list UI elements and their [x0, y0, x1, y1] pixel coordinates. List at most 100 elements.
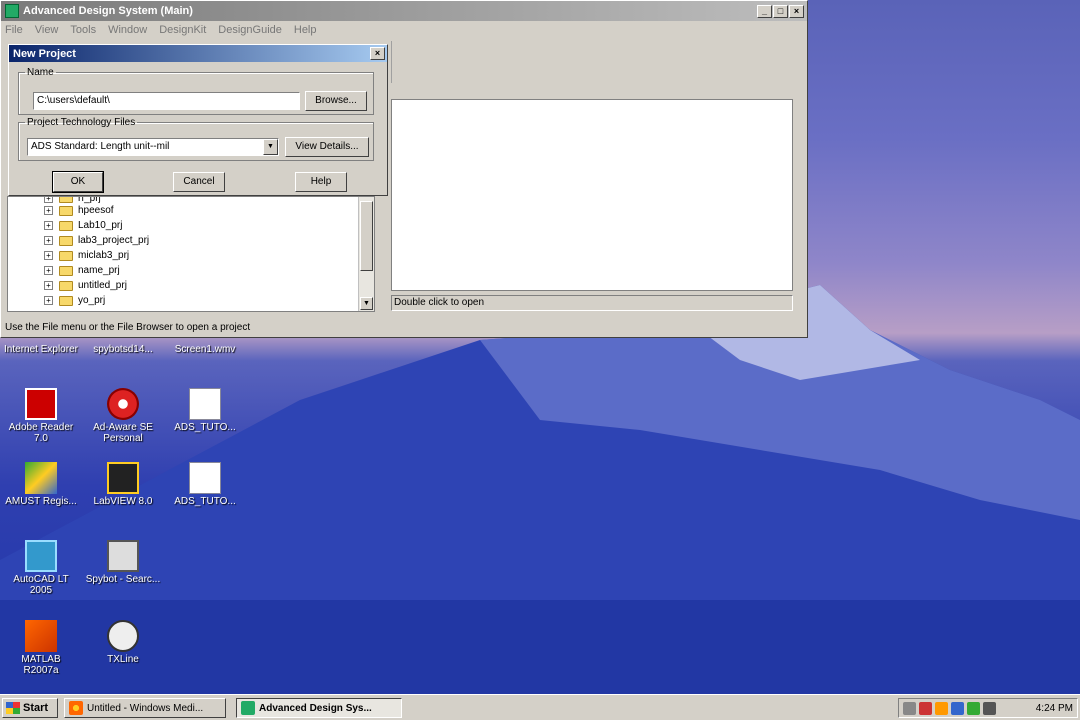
tray-icon[interactable]	[967, 701, 980, 715]
menu-help[interactable]: Help	[294, 24, 317, 36]
tray-icon[interactable]	[935, 701, 948, 715]
close-button[interactable]: ×	[789, 4, 804, 18]
tree-scrollbar[interactable]: ▼	[358, 197, 374, 311]
maximize-button[interactable]: □	[773, 4, 788, 18]
autocad-icon	[25, 540, 57, 572]
folder-icon	[59, 265, 73, 276]
menu-file[interactable]: File	[5, 24, 23, 36]
tray-icon[interactable]	[903, 701, 916, 715]
expand-icon[interactable]: +	[44, 236, 53, 245]
desktop-icon-screen1[interactable]: Screen1.wmv	[167, 344, 243, 355]
tree-item-label: rf_prj	[78, 197, 101, 204]
ok-button[interactable]: OK	[52, 171, 104, 193]
menu-designguide[interactable]: DesignGuide	[218, 24, 282, 36]
desktop-icon-label: Internet Explorer	[4, 344, 78, 355]
ads-app-icon	[5, 4, 19, 18]
taskbar-item-label: Untitled - Windows Medi...	[87, 702, 204, 714]
folder-icon	[59, 295, 73, 306]
tree-item[interactable]: + miclab3_prj	[8, 248, 360, 263]
dialog-close-button[interactable]: ×	[370, 47, 385, 60]
ads-app-icon	[241, 701, 255, 715]
technology-selected-value: ADS Standard: Length unit--mil	[31, 141, 170, 152]
tree-item[interactable]: + yo_prj	[8, 293, 360, 308]
browse-button[interactable]: Browse...	[305, 91, 367, 111]
new-project-dialog[interactable]: New Project × Name C:\users\default\ Bro…	[8, 44, 388, 196]
desktop-icon-spybot[interactable]: Spybot - Searc...	[85, 540, 161, 585]
txline-icon	[107, 620, 139, 652]
desktop-icon-label: TXLine	[107, 654, 139, 665]
menu-tools[interactable]: Tools	[70, 24, 96, 36]
chevron-down-icon[interactable]: ▼	[263, 139, 278, 155]
expand-icon[interactable]: +	[44, 266, 53, 275]
start-label: Start	[23, 702, 49, 714]
desktop-icon-labview[interactable]: LabVIEW 8.0	[85, 462, 161, 507]
desktop-icon-label: AutoCAD LT 2005	[13, 574, 69, 596]
desktop-icon-matlab[interactable]: MATLAB R2007a	[3, 620, 79, 676]
menu-designkit[interactable]: DesignKit	[159, 24, 206, 36]
adobe-reader-icon	[25, 388, 57, 420]
desktop-icon-ads-tuto-2[interactable]: ADS_TUTO...	[167, 462, 243, 507]
system-tray: 4:24 PM	[898, 698, 1078, 718]
status-bar: Use the File menu or the File Browser to…	[5, 322, 251, 333]
tree-item[interactable]: + Lab10_prj	[8, 218, 360, 233]
project-name-input[interactable]: C:\users\default\	[33, 92, 300, 110]
folder-icon	[59, 250, 73, 261]
expand-icon[interactable]: +	[44, 221, 53, 230]
view-details-button[interactable]: View Details...	[285, 137, 369, 157]
taskbar-item-ads[interactable]: Advanced Design Sys...	[236, 698, 402, 718]
desktop-icon-spybotsd[interactable]: spybotsd14...	[85, 344, 161, 355]
matlab-icon	[25, 620, 57, 652]
dialog-titlebar[interactable]: New Project ×	[9, 45, 387, 62]
desktop-icon-label: ADS_TUTO...	[174, 422, 236, 433]
menu-view[interactable]: View	[35, 24, 59, 36]
project-browser-pane[interactable]: + rf_prj + hpeesof + Lab10_prj + lab3_pr…	[7, 196, 375, 312]
expand-icon[interactable]: +	[44, 206, 53, 215]
speaker-icon[interactable]	[983, 701, 996, 715]
tree-item[interactable]: + name_prj	[8, 263, 360, 278]
desktop-icon-internet-explorer[interactable]: Internet Explorer	[3, 344, 79, 355]
taskbar-item-media-player[interactable]: Untitled - Windows Medi...	[64, 698, 226, 718]
tray-icon[interactable]	[919, 701, 932, 715]
help-button[interactable]: Help	[295, 172, 347, 192]
cancel-button[interactable]: Cancel	[173, 172, 225, 192]
desktop-icon-ad-aware[interactable]: Ad-Aware SE Personal	[85, 388, 161, 444]
desktop-icon-label: spybotsd14...	[93, 344, 153, 355]
expand-icon[interactable]: +	[44, 296, 53, 305]
labview-icon	[107, 462, 139, 494]
desktop-icon-autocad[interactable]: AutoCAD LT 2005	[3, 540, 79, 596]
desktop-icon-amust[interactable]: AMUST Regis...	[3, 462, 79, 507]
media-player-icon	[69, 701, 83, 715]
taskbar-item-label: Advanced Design Sys...	[259, 702, 372, 714]
tree-item[interactable]: + untitled_prj	[8, 278, 360, 293]
right-toolbar-area	[391, 41, 805, 83]
desktop-icon-ads-tuto-1[interactable]: ADS_TUTO...	[167, 388, 243, 433]
expand-icon[interactable]: +	[44, 197, 53, 203]
tray-icon[interactable]	[951, 701, 964, 715]
desktop-icon-adobe-reader[interactable]: Adobe Reader 7.0	[3, 388, 79, 444]
start-button[interactable]: Start	[2, 698, 58, 718]
desktop-icon-label: Spybot - Searc...	[85, 574, 161, 585]
project-tree[interactable]: + rf_prj + hpeesof + Lab10_prj + lab3_pr…	[8, 197, 360, 311]
expand-icon[interactable]: +	[44, 251, 53, 260]
windows-logo-icon	[6, 702, 20, 714]
folder-icon	[59, 197, 73, 203]
file-view-status: Double click to open	[391, 295, 793, 311]
scrollbar-thumb[interactable]	[360, 201, 373, 271]
scroll-down-arrow-icon[interactable]: ▼	[360, 297, 373, 310]
tree-item[interactable]: + lab3_project_prj	[8, 233, 360, 248]
tree-item[interactable]: + hpeesof	[8, 203, 360, 218]
clock[interactable]: 4:24 PM	[1036, 703, 1077, 714]
minimize-button[interactable]: _	[757, 4, 772, 18]
desktop-icon-label: MATLAB R2007a	[21, 654, 61, 676]
tree-item-label: name_prj	[78, 265, 120, 276]
media-file-icon	[189, 462, 221, 494]
technology-select[interactable]: ADS Standard: Length unit--mil ▼	[27, 138, 279, 156]
menu-window[interactable]: Window	[108, 24, 147, 36]
file-view-pane[interactable]	[391, 99, 793, 291]
desktop-icon-label: ADS_TUTO...	[174, 496, 236, 507]
folder-icon	[59, 205, 73, 216]
desktop-icon-label: Screen1.wmv	[174, 344, 236, 355]
desktop-icon-txline[interactable]: TXLine	[85, 620, 161, 665]
main-titlebar[interactable]: Advanced Design System (Main) _ □ ×	[1, 1, 807, 21]
expand-icon[interactable]: +	[44, 281, 53, 290]
